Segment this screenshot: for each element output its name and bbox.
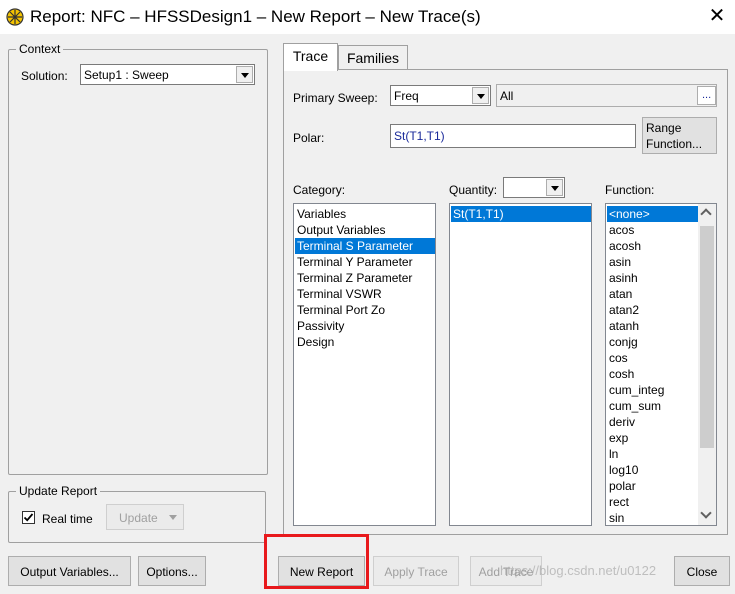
window-title: Report: NFC – HFSSDesign1 – New Report –…: [30, 7, 481, 26]
list-item[interactable]: Terminal S Parameter: [295, 238, 435, 254]
primary-sweep-value: Freq: [394, 89, 419, 103]
polar-input[interactable]: St(T1,T1): [390, 124, 636, 148]
realtime-label: Real time: [42, 512, 93, 526]
realtime-checkbox[interactable]: [22, 511, 35, 524]
list-item[interactable]: conjg: [607, 334, 698, 350]
close-button[interactable]: Close: [674, 556, 730, 586]
category-list[interactable]: Variables Output Variables Terminal S Para…: [293, 203, 436, 526]
polar-label: Polar:: [293, 131, 325, 145]
quantity-filter-select[interactable]: [503, 177, 565, 198]
apply-trace-label: Apply Trace: [384, 565, 448, 579]
list-item[interactable]: Terminal VSWR: [295, 286, 435, 302]
list-item[interactable]: cum_integ: [607, 382, 698, 398]
range-function-label-line2: Function...: [646, 137, 703, 151]
list-item[interactable]: deriv: [607, 414, 698, 430]
tab-trace-label: Trace: [292, 48, 329, 64]
sweep-range-value: All: [500, 89, 514, 103]
list-item[interactable]: atan2: [607, 302, 698, 318]
list-item[interactable]: St(T1,T1): [451, 206, 591, 222]
chevron-down-icon[interactable]: [546, 179, 563, 196]
function-list[interactable]: <none> acos acosh asin asinh atan atan2 atanh co…: [605, 203, 717, 526]
tab-families-label: Families: [346, 50, 400, 66]
list-item[interactable]: sin: [607, 510, 698, 525]
sweep-range-field[interactable]: All: [496, 84, 717, 107]
options-label: Options...: [146, 565, 198, 579]
ellipsis-label: ...: [702, 89, 712, 101]
update-button-label: Update: [119, 511, 158, 525]
list-item[interactable]: asinh: [607, 270, 698, 286]
list-item[interactable]: acosh: [607, 238, 698, 254]
update-button[interactable]: Update: [106, 504, 184, 530]
range-function-button[interactable]: Range Function...: [642, 117, 717, 154]
tab-families[interactable]: Families: [338, 45, 408, 71]
list-item[interactable]: atanh: [607, 318, 698, 334]
list-item[interactable]: Terminal Port Zo: [295, 302, 435, 318]
list-item[interactable]: Variables: [295, 206, 435, 222]
output-variables-label: Output Variables...: [20, 565, 119, 579]
solution-label: Solution:: [21, 69, 68, 83]
scroll-down-icon[interactable]: [700, 507, 712, 519]
list-item[interactable]: rect: [607, 494, 698, 510]
apply-trace-button[interactable]: Apply Trace: [373, 556, 459, 586]
title-bar: Report: NFC – HFSSDesign1 – New Report –…: [0, 0, 735, 34]
solution-value: Setup1 : Sweep: [84, 68, 169, 82]
list-item[interactable]: asin: [607, 254, 698, 270]
list-item[interactable]: acos: [607, 222, 698, 238]
list-item[interactable]: Design: [295, 334, 435, 350]
list-item[interactable]: Output Variables: [295, 222, 435, 238]
tab-trace[interactable]: Trace: [283, 43, 338, 71]
close-icon[interactable]: ✕: [706, 5, 728, 27]
list-item[interactable]: cosh: [607, 366, 698, 382]
app-icon: [6, 8, 24, 26]
scroll-up-icon[interactable]: [700, 208, 712, 220]
highlight-annotation: [264, 534, 369, 589]
output-variables-button[interactable]: Output Variables...: [8, 556, 131, 586]
scrollbar-thumb[interactable]: [700, 226, 714, 448]
context-legend: Context: [16, 42, 64, 56]
list-item[interactable]: log10: [607, 462, 698, 478]
list-item[interactable]: Terminal Y Parameter: [295, 254, 435, 270]
quantity-label: Quantity:: [449, 183, 498, 197]
list-item[interactable]: Passivity: [295, 318, 435, 334]
close-label: Close: [686, 565, 718, 579]
chevron-down-icon[interactable]: [472, 87, 489, 104]
category-label: Category:: [293, 183, 346, 197]
sweep-range-browse-button[interactable]: ...: [697, 86, 716, 105]
options-button[interactable]: Options...: [138, 556, 206, 586]
list-item[interactable]: <none>: [607, 206, 698, 222]
watermark: https://blog.csdn.net/u0122: [500, 563, 657, 578]
list-item[interactable]: Terminal Z Parameter: [295, 270, 435, 286]
list-item[interactable]: cos: [607, 350, 698, 366]
solution-select[interactable]: Setup1 : Sweep: [80, 64, 255, 85]
update-report-legend: Update Report: [16, 484, 101, 498]
primary-sweep-select[interactable]: Freq: [390, 85, 491, 106]
dropdown-arrow-icon: [169, 515, 177, 520]
range-function-label-line1: Range: [646, 121, 682, 135]
list-item[interactable]: ln: [607, 446, 698, 462]
quantity-list[interactable]: St(T1,T1): [449, 203, 592, 526]
list-item[interactable]: atan: [607, 286, 698, 302]
function-label: Function:: [605, 183, 655, 197]
context-group: Context: [8, 42, 268, 475]
list-item[interactable]: exp: [607, 430, 698, 446]
primary-sweep-label: Primary Sweep:: [293, 91, 378, 105]
function-list-scrollbar[interactable]: [698, 204, 716, 525]
list-item[interactable]: polar: [607, 478, 698, 494]
list-item[interactable]: cum_sum: [607, 398, 698, 414]
polar-value: St(T1,T1): [394, 129, 445, 143]
checkmark-icon: [23, 513, 34, 522]
chevron-down-icon[interactable]: [236, 66, 253, 83]
